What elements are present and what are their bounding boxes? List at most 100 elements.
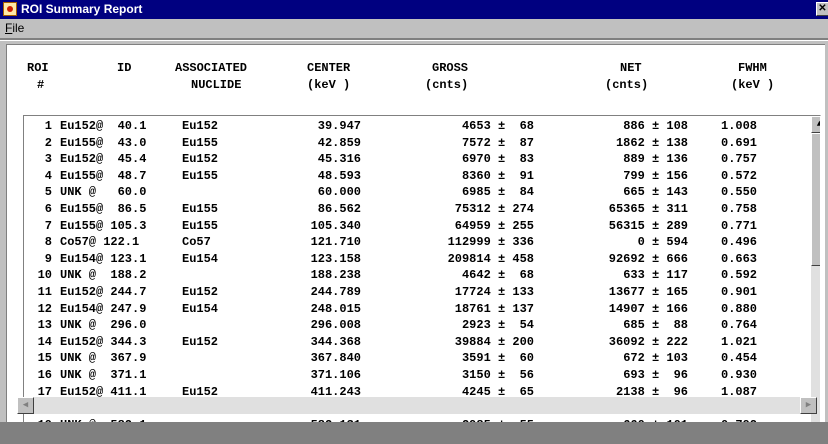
roi-fwhm: 0.771 <box>721 218 758 233</box>
roi-list[interactable]: 19UNK @ 582.1582.1312985 ± 55660 ± 1010.… <box>23 115 821 443</box>
horizontal-scrollbar[interactable]: ◀ ▶ <box>17 397 817 414</box>
header-net-unit: (cnts) <box>605 78 649 92</box>
roi-id: Eu154@ 247.9 <box>60 301 147 316</box>
list-item[interactable]: 1 Eu152@ 40.1 Eu152 39.947 4653 ± 68 886 ± 10… <box>24 119 804 135</box>
roi-gross: 4642 ± 68 <box>461 268 534 283</box>
roi-gross: 75312 ± 274 <box>454 202 534 216</box>
roi-center: 248.015 <box>310 301 361 316</box>
header-id: ID <box>117 61 132 75</box>
roi-center: 121.710 <box>310 235 361 250</box>
header-fwhm-unit: (keV ) <box>731 78 775 92</box>
roi-number: 13 <box>37 318 52 333</box>
list-item[interactable]: 5 UNK @ 60.0 60.000 6985 ± 84 665 ± 143 0.550 <box>24 185 804 201</box>
roi-net: 36092 ± 222 <box>608 334 688 349</box>
roi-id: Eu155@ 48.7 <box>60 168 147 183</box>
roi-fwhm: 0.758 <box>721 202 758 216</box>
roi-center: 86.562 <box>317 202 361 216</box>
roi-fwhm: 0.663 <box>721 251 758 266</box>
menu-file-label: ile <box>12 21 25 35</box>
title-bar: ROI Summary Report ✕ <box>0 0 828 19</box>
roi-gross: 64959 ± 255 <box>454 218 534 233</box>
roi-id: Eu155@ 86.5 <box>60 202 147 216</box>
roi-net: 92692 ± 666 <box>608 251 688 266</box>
roi-fwhm: 0.550 <box>721 185 758 200</box>
list-item[interactable]: 2 Eu155@ 43.0 Eu155 42.859 7572 ± 87 1862 ± 1… <box>24 136 804 152</box>
roi-center: 48.593 <box>317 168 361 183</box>
scroll-left-button[interactable]: ◀ <box>17 397 34 414</box>
roi-net: 1862 ± 138 <box>615 135 688 150</box>
roi-center: 60.000 <box>317 185 361 200</box>
header-roi: ROI <box>27 61 49 75</box>
app-icon <box>3 2 17 16</box>
roi-nuclide: Co57 <box>182 235 211 250</box>
roi-gross: 17724 ± 133 <box>454 285 534 299</box>
list-item[interactable]: 6 Eu155@ 86.5 Eu155 86.562 75312 ± 274 65365 … <box>24 202 804 218</box>
vertical-scroll-thumb[interactable] <box>811 133 820 266</box>
roi-fwhm: 0.930 <box>721 368 758 382</box>
roi-number: 1 <box>44 119 52 133</box>
roi-net: 56315 ± 289 <box>608 218 688 233</box>
header-associated: ASSOCIATED <box>175 61 248 75</box>
roi-gross: 3591 ± 60 <box>461 351 534 366</box>
roi-summary-window: ROI Summary Report ✕ File ROI # ID ASSOC… <box>0 0 828 444</box>
roi-center: 371.106 <box>310 368 361 382</box>
roi-id: Co57@ 122.1 <box>60 235 140 250</box>
roi-id: Eu154@ 123.1 <box>60 251 147 266</box>
roi-nuclide: Eu152 <box>182 119 219 133</box>
header-gross: GROSS <box>432 61 469 75</box>
vertical-scrollbar[interactable]: ▲ ▼ <box>811 116 820 442</box>
list-item[interactable]: 14 Eu152@ 344.3 Eu152 344.368 39884 ± 200 360… <box>24 335 804 351</box>
roi-center: 367.840 <box>310 351 361 366</box>
roi-center: 244.789 <box>310 285 361 299</box>
roi-id: UNK @ 60.0 <box>60 185 147 200</box>
roi-fwhm: 0.764 <box>721 318 758 333</box>
roi-nuclide: Eu154 <box>182 251 219 266</box>
roi-net: 672 ± 103 <box>623 351 688 366</box>
roi-number: 15 <box>37 351 52 366</box>
close-button[interactable]: ✕ <box>816 2 828 16</box>
roi-net: 889 ± 136 <box>623 152 688 167</box>
roi-number: 14 <box>37 334 52 349</box>
roi-id: UNK @ 188.2 <box>60 268 147 283</box>
roi-net: 799 ± 156 <box>623 168 688 183</box>
roi-gross: 8360 ± 91 <box>461 168 534 183</box>
roi-nuclide: Eu154 <box>182 301 219 316</box>
roi-id: Eu152@ 45.4 <box>60 152 147 167</box>
roi-number: 8 <box>44 235 52 250</box>
list-item[interactable]: 7 Eu155@ 105.3 Eu155 105.340 64959 ± 255 5631… <box>24 219 804 235</box>
roi-id: Eu155@ 43.0 <box>60 135 147 150</box>
list-item[interactable]: 13 UNK @ 296.0 296.008 2923 ± 54 685 ± 88 0.7… <box>24 318 804 334</box>
header-gross-unit: (cnts) <box>425 78 469 92</box>
report-panel: ROI # ID ASSOCIATED NUCLIDE CENTER (keV … <box>6 44 825 443</box>
roi-number: 3 <box>44 152 52 167</box>
list-item[interactable]: 8 Co57@ 122.1 Co57 121.710 112999 ± 336 0 ± 5… <box>24 235 804 251</box>
roi-fwhm: 0.757 <box>721 152 758 167</box>
roi-gross: 6985 ± 84 <box>461 185 534 200</box>
list-item[interactable]: 15 UNK @ 367.9 367.840 3591 ± 60 672 ± 103 0.… <box>24 351 804 367</box>
list-item[interactable]: 11 Eu152@ 244.7 Eu152 244.789 17724 ± 133 136… <box>24 285 804 301</box>
roi-center: 123.158 <box>310 251 361 266</box>
roi-center: 344.368 <box>310 334 361 349</box>
roi-net: 665 ± 143 <box>623 185 688 200</box>
list-item[interactable]: 3 Eu152@ 45.4 Eu152 45.316 6970 ± 83 889 ± 13… <box>24 152 804 168</box>
roi-gross: 112999 ± 336 <box>447 235 534 250</box>
roi-center: 296.008 <box>310 318 361 333</box>
list-item[interactable]: 4 Eu155@ 48.7 Eu155 48.593 8360 ± 91 799 ± 15… <box>24 169 804 185</box>
roi-id: Eu155@ 105.3 <box>60 218 147 233</box>
menu-file[interactable]: File <box>5 21 24 36</box>
roi-net: 685 ± 88 <box>623 318 688 333</box>
roi-center: 188.238 <box>310 268 361 283</box>
list-item[interactable]: 12 Eu154@ 247.9 Eu154 248.015 18761 ± 137 149… <box>24 302 804 318</box>
list-item[interactable]: 16 UNK @ 371.1 371.106 3150 ± 56 693 ± 96 0.9… <box>24 368 804 384</box>
list-item[interactable]: 10 UNK @ 188.2 188.238 4642 ± 68 633 ± 117 0.… <box>24 268 804 284</box>
roi-gross: 7572 ± 87 <box>461 135 534 150</box>
scroll-up-button[interactable]: ▲ <box>811 116 820 133</box>
roi-center: 39.947 <box>317 119 361 133</box>
list-item[interactable]: 9 Eu154@ 123.1 Eu154 123.158 209814 ± 458 926… <box>24 252 804 268</box>
roi-fwhm: 0.454 <box>721 351 758 366</box>
scroll-right-button[interactable]: ▶ <box>800 397 817 414</box>
roi-fwhm: 0.880 <box>721 301 758 316</box>
roi-nuclide: Eu155 <box>182 135 219 150</box>
header-roi-number: # <box>37 78 45 92</box>
roi-net: 693 ± 96 <box>623 368 688 382</box>
